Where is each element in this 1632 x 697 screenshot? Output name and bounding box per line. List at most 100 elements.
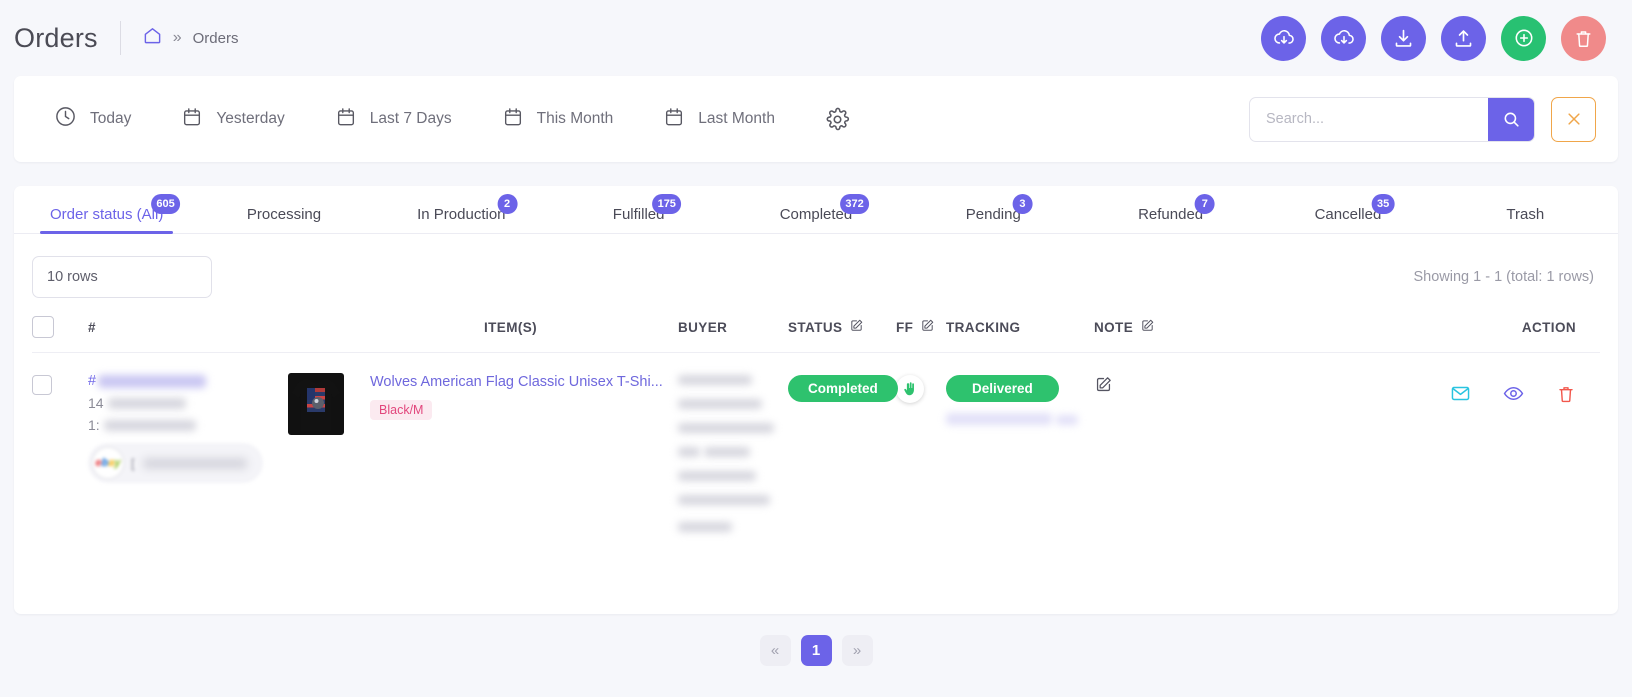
search-input[interactable]: [1250, 97, 1488, 141]
delete-orders-button[interactable]: [1561, 15, 1606, 61]
tab-label: Processing: [246, 206, 322, 223]
breadcrumb-current: Orders: [192, 29, 239, 47]
order-date-redacted: [107, 397, 186, 409]
th-ff: FF: [896, 302, 946, 353]
gear-icon: [826, 107, 850, 130]
tab-fulfilled[interactable]: Fulfilled 175: [550, 194, 727, 233]
th-buyer: BUYER: [678, 302, 788, 353]
tab-trash[interactable]: Trash: [1437, 206, 1614, 233]
order-meta-line: 1:: [88, 417, 288, 433]
tab-refunded[interactable]: Refunded 7: [1082, 194, 1259, 233]
ebay-icon: ebay: [93, 448, 123, 478]
item-thumbnail: [288, 373, 344, 435]
column-label: FF: [896, 319, 914, 335]
orders-table-wrap: # ITEM(S) BUYER STATUS FF TRACKING NOTE …: [14, 302, 1618, 537]
quick-filter-label: Today: [90, 110, 132, 127]
tracking-badge[interactable]: Delivered: [946, 375, 1059, 402]
pagination-prev[interactable]: «: [759, 635, 791, 666]
upload-button[interactable]: [1441, 15, 1486, 61]
tab-pending[interactable]: Pending 3: [905, 194, 1082, 233]
item-variant-badge: Black/M: [370, 399, 433, 420]
buyer-line7-redacted: [678, 495, 770, 505]
select-all-checkbox[interactable]: [32, 316, 54, 338]
items-cell: Wolves American Flag Classic Unisex T-Sh…: [288, 353, 678, 538]
pagination-page-1[interactable]: 1: [800, 635, 832, 666]
quick-filter-today[interactable]: Today: [54, 105, 131, 133]
th-status: STATUS: [788, 302, 896, 353]
top-bar: Orders » Orders: [0, 0, 1632, 76]
trash-icon: [1576, 30, 1591, 47]
th-tracking: TRACKING: [946, 302, 1094, 353]
item-title-link[interactable]: Wolves American Flag Classic Unisex T-Sh…: [370, 373, 678, 392]
edit-status-icon[interactable]: [849, 318, 864, 336]
column-label: TRACKING: [946, 319, 1021, 335]
search-button[interactable]: [1488, 97, 1534, 141]
order-number[interactable]: #: [88, 373, 288, 389]
mail-icon: [1451, 386, 1470, 401]
order-number-cell: # 14 1: eba y [: [88, 353, 288, 538]
calendar-icon: [335, 106, 357, 133]
buyer-cell: [678, 353, 788, 538]
quick-filter-yesterday[interactable]: Yesterday: [181, 106, 285, 133]
buyer-line5-redacted: [704, 447, 751, 457]
top-action-buttons: [1261, 15, 1606, 61]
edit-note-icon[interactable]: [1094, 377, 1113, 398]
view-order-button[interactable]: [1503, 383, 1524, 404]
home-icon[interactable]: [143, 26, 162, 50]
quick-filter-label: Last Month: [698, 110, 775, 127]
tab-order-status-all[interactable]: Order status (All) 605: [18, 194, 195, 234]
upload-icon: [1455, 29, 1472, 47]
quick-filter-label: This Month: [536, 110, 614, 127]
pagination-next[interactable]: »: [841, 635, 873, 666]
tshirt-image: [292, 378, 340, 431]
cloud-download-1-button[interactable]: [1261, 15, 1306, 61]
th-action: ACTION: [1394, 302, 1600, 353]
column-label: NOTE: [1094, 319, 1134, 335]
search-box: [1249, 96, 1535, 142]
delete-order-button[interactable]: [1556, 384, 1576, 404]
tab-label: Trash: [1506, 206, 1545, 223]
eye-icon: [1503, 386, 1524, 401]
search-icon: [1504, 112, 1519, 127]
plus-circle-icon: [1515, 29, 1532, 47]
clear-filters-button[interactable]: [1551, 96, 1596, 142]
column-label: #: [88, 319, 96, 335]
quick-filter-this-month[interactable]: This Month: [502, 106, 614, 133]
orders-card: Order status (All) 605 Processing In Prod…: [14, 186, 1618, 666]
row-checkbox[interactable]: [32, 375, 52, 395]
tab-badge: 605: [151, 194, 180, 214]
fulfillment-hand-icon[interactable]: [896, 375, 924, 403]
showing-count: Showing 1 - 1 (total: 1 rows): [1413, 269, 1594, 285]
tab-badge: 7: [1194, 194, 1215, 214]
tab-badge: 35: [1371, 194, 1395, 214]
status-badge[interactable]: Completed: [788, 375, 898, 402]
filter-settings-button[interactable]: [825, 107, 850, 132]
add-order-button[interactable]: [1501, 15, 1546, 61]
marketplace-pill[interactable]: ebay [: [88, 443, 263, 483]
page-title: Orders: [14, 22, 98, 53]
quick-filter-last-7-days[interactable]: Last 7 Days: [335, 106, 452, 133]
cloud-download-2-button[interactable]: [1321, 15, 1366, 61]
tab-processing[interactable]: Processing: [195, 206, 372, 233]
calendar-icon: [181, 106, 203, 133]
email-order-button[interactable]: [1450, 383, 1471, 404]
pagination: « 1 »: [14, 635, 1618, 666]
tab-in-production[interactable]: In Production 2: [373, 194, 550, 233]
edit-note-icon[interactable]: [1140, 318, 1155, 336]
download-button[interactable]: [1381, 15, 1426, 61]
tab-completed[interactable]: Completed 372: [727, 194, 904, 233]
edit-ff-icon[interactable]: [920, 318, 935, 336]
tracking-carrier-redacted: [1056, 415, 1079, 425]
cloud-download-icon: [1333, 30, 1354, 44]
order-meta-prefix: 1:: [88, 417, 100, 433]
quick-filter-last-month[interactable]: Last Month: [663, 106, 775, 133]
tab-cancelled[interactable]: Cancelled 35: [1259, 194, 1436, 233]
th-order-number: #: [88, 302, 288, 353]
column-label: BUYER: [678, 319, 728, 335]
order-number-prefix: #: [88, 373, 97, 389]
rows-per-page-select[interactable]: 10 rows: [32, 256, 212, 298]
clock-icon: [54, 105, 77, 133]
orders-page: Orders » Orders Today Yesterday Last 7 D…: [0, 0, 1632, 697]
tab-label: Cancelled: [1314, 206, 1382, 223]
column-label: ITEM(S): [484, 319, 538, 335]
